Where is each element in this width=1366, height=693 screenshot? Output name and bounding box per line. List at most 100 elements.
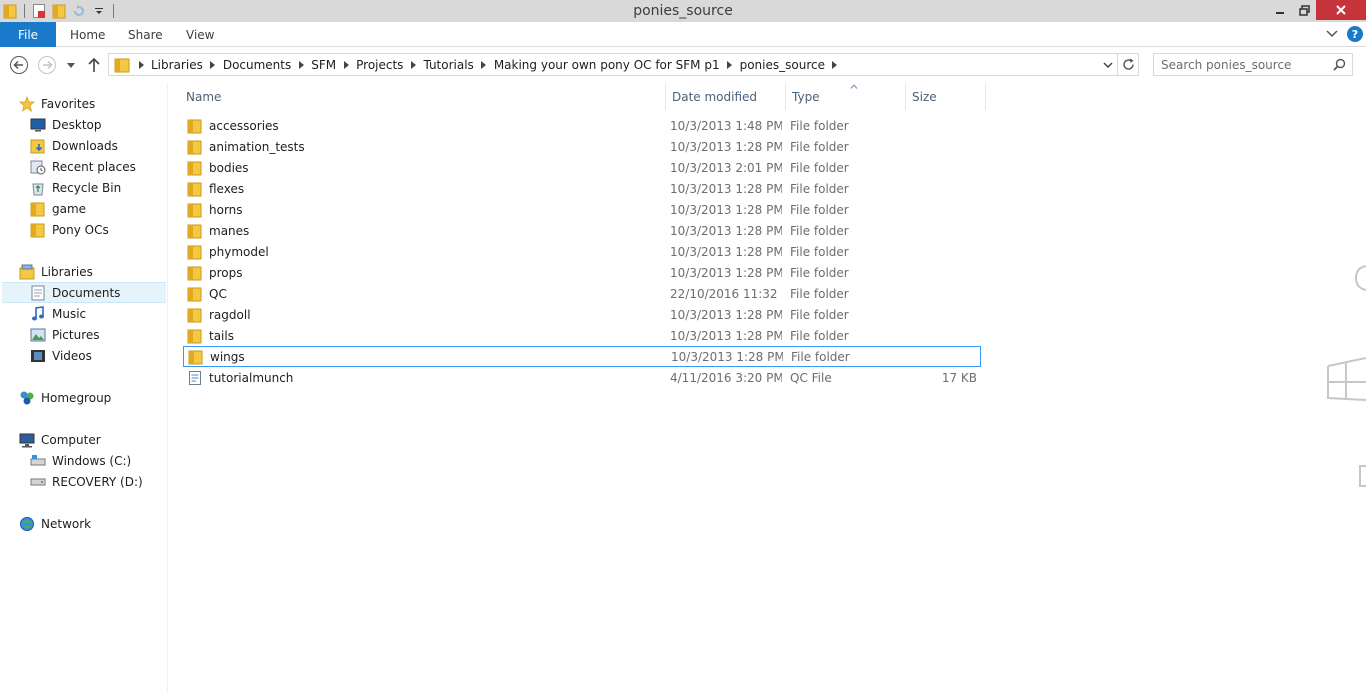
nav-homegroup[interactable]: Homegroup bbox=[0, 387, 166, 408]
file-row[interactable]: tails 10/3/2013 1:28 PM File folder bbox=[183, 325, 981, 346]
breadcrumb-documents[interactable]: Documents bbox=[221, 58, 293, 72]
tab-home[interactable]: Home bbox=[70, 22, 105, 47]
tab-share[interactable]: Share bbox=[128, 22, 163, 47]
file-type: File folder bbox=[790, 328, 849, 343]
file-type: File folder bbox=[790, 307, 849, 322]
restore-button[interactable] bbox=[1292, 0, 1316, 20]
nav-pony-ocs[interactable]: Pony OCs bbox=[0, 219, 166, 240]
nav-music[interactable]: Music bbox=[0, 303, 166, 324]
file-name: tails bbox=[209, 328, 234, 343]
search-input[interactable] bbox=[1154, 54, 1324, 75]
nav-videos-label: Videos bbox=[52, 348, 92, 363]
breadcrumb-separator-icon[interactable] bbox=[405, 60, 421, 69]
nav-game[interactable]: game bbox=[0, 198, 166, 219]
folder-icon bbox=[30, 222, 46, 238]
nav-drive-c[interactable]: Windows (C:) bbox=[0, 450, 166, 471]
nav-recycle-bin-label: Recycle Bin bbox=[52, 180, 122, 195]
nav-libraries[interactable]: Libraries bbox=[0, 261, 166, 282]
nav-pictures[interactable]: Pictures bbox=[0, 324, 166, 345]
breadcrumb-ponies-source[interactable]: ponies_source bbox=[738, 58, 827, 72]
file-row[interactable]: wings 10/3/2013 1:28 PM File folder bbox=[183, 346, 981, 367]
music-note-icon bbox=[30, 305, 46, 322]
column-header-size[interactable]: Size bbox=[906, 83, 986, 110]
breadcrumb-tutorials[interactable]: Tutorials bbox=[421, 58, 475, 72]
minimize-button[interactable] bbox=[1268, 0, 1292, 20]
file-row[interactable]: horns 10/3/2013 1:28 PM File folder bbox=[183, 199, 981, 220]
expand-ribbon-button[interactable] bbox=[1324, 26, 1340, 42]
file-type: File folder bbox=[790, 202, 849, 217]
column-header-type[interactable]: Type bbox=[786, 83, 906, 110]
column-header-date-modified[interactable]: Date modified bbox=[666, 83, 786, 110]
help-button[interactable]: ? bbox=[1347, 26, 1363, 42]
file-date-modified: 10/3/2013 1:28 PM bbox=[670, 328, 782, 343]
file-row[interactable]: flexes 10/3/2013 1:28 PM File folder bbox=[183, 178, 981, 199]
breadcrumb-separator-icon[interactable] bbox=[338, 60, 354, 69]
file-row[interactable]: bodies 10/3/2013 2:01 PM File folder bbox=[183, 157, 981, 178]
nav-downloads[interactable]: Downloads bbox=[0, 135, 166, 156]
nav-network[interactable]: Network bbox=[0, 513, 166, 534]
close-button[interactable] bbox=[1316, 0, 1366, 20]
breadcrumb-separator-icon[interactable] bbox=[205, 60, 221, 69]
nav-recent-places[interactable]: Recent places bbox=[0, 156, 166, 177]
nav-music-label: Music bbox=[52, 306, 87, 321]
nav-recycle-bin[interactable]: Recycle Bin bbox=[0, 177, 166, 198]
breadcrumb-sfm[interactable]: SFM bbox=[309, 58, 338, 72]
file-type: File folder bbox=[790, 244, 849, 259]
file-name: props bbox=[209, 265, 243, 280]
breadcrumb-separator-icon[interactable] bbox=[293, 60, 309, 69]
breadcrumb-projects[interactable]: Projects bbox=[354, 58, 405, 72]
breadcrumb-separator-icon[interactable] bbox=[722, 60, 738, 69]
file-type: File folder bbox=[790, 160, 849, 175]
breadcrumb-separator-icon[interactable] bbox=[133, 60, 149, 69]
up-button[interactable] bbox=[84, 55, 104, 75]
network-icon bbox=[19, 516, 35, 532]
forward-button[interactable] bbox=[37, 55, 57, 75]
file-date-modified: 10/3/2013 1:28 PM bbox=[670, 223, 782, 238]
refresh-button[interactable] bbox=[1117, 54, 1139, 75]
file-row[interactable]: props 10/3/2013 1:28 PM File folder bbox=[183, 262, 981, 283]
file-row[interactable]: phymodel 10/3/2013 1:28 PM File folder bbox=[183, 241, 981, 262]
nav-desktop[interactable]: Desktop bbox=[0, 114, 166, 135]
back-button[interactable] bbox=[9, 55, 29, 75]
file-row[interactable]: QC 22/10/2016 11:32 ... File folder bbox=[183, 283, 981, 304]
column-header-name[interactable]: Name bbox=[180, 83, 666, 110]
file-date-modified: 10/3/2013 1:28 PM bbox=[670, 307, 782, 322]
file-name: accessories bbox=[209, 118, 279, 133]
folder-icon bbox=[187, 307, 203, 323]
nav-drive-d[interactable]: RECOVERY (D:) bbox=[0, 471, 166, 492]
file-row[interactable]: manes 10/3/2013 1:28 PM File folder bbox=[183, 220, 981, 241]
folder-icon bbox=[187, 244, 203, 260]
address-history-button[interactable] bbox=[1099, 54, 1117, 75]
chevron-down-icon bbox=[1326, 30, 1338, 38]
nav-videos[interactable]: Videos bbox=[0, 345, 166, 366]
qc-file-icon bbox=[187, 370, 203, 386]
sort-ascending-icon bbox=[850, 82, 858, 92]
file-row[interactable]: ragdoll 10/3/2013 1:28 PM File folder bbox=[183, 304, 981, 325]
file-date-modified: 10/3/2013 1:28 PM bbox=[670, 265, 782, 280]
recent-locations-button[interactable] bbox=[64, 55, 78, 75]
recent-places-icon bbox=[30, 159, 46, 175]
tab-file[interactable]: File bbox=[0, 22, 56, 47]
nav-favorites-label: Favorites bbox=[41, 96, 96, 111]
nav-computer[interactable]: Computer bbox=[0, 429, 166, 450]
breadcrumb-separator-icon[interactable] bbox=[827, 60, 843, 69]
nav-network-label: Network bbox=[41, 516, 92, 531]
file-row[interactable]: accessories 10/3/2013 1:48 PM File folder bbox=[183, 115, 981, 136]
tab-view[interactable]: View bbox=[186, 22, 214, 47]
folder-icon bbox=[111, 54, 133, 75]
address-bar[interactable]: Libraries Documents SFM Projects Tutoria… bbox=[108, 53, 1139, 76]
file-row[interactable]: tutorialmunch 4/11/2016 3:20 PM QC File 17 … bbox=[183, 367, 981, 388]
nav-favorites[interactable]: Favorites bbox=[0, 93, 166, 114]
nav-computer-label: Computer bbox=[41, 432, 101, 447]
breadcrumb-libraries[interactable]: Libraries bbox=[149, 58, 205, 72]
nav-documents[interactable]: Documents bbox=[2, 282, 166, 303]
file-type: File folder bbox=[790, 265, 849, 280]
breadcrumb-separator-icon[interactable] bbox=[476, 60, 492, 69]
search-icon[interactable] bbox=[1333, 58, 1346, 71]
file-type: File folder bbox=[791, 349, 850, 364]
hard-drive-icon bbox=[30, 474, 46, 490]
file-row[interactable]: animation_tests 10/3/2013 1:28 PM File fol… bbox=[183, 136, 981, 157]
breadcrumb-making-pony-oc[interactable]: Making your own pony OC for SFM p1 bbox=[492, 58, 722, 72]
file-name: tutorialmunch bbox=[209, 370, 294, 385]
file-name: flexes bbox=[209, 181, 245, 196]
